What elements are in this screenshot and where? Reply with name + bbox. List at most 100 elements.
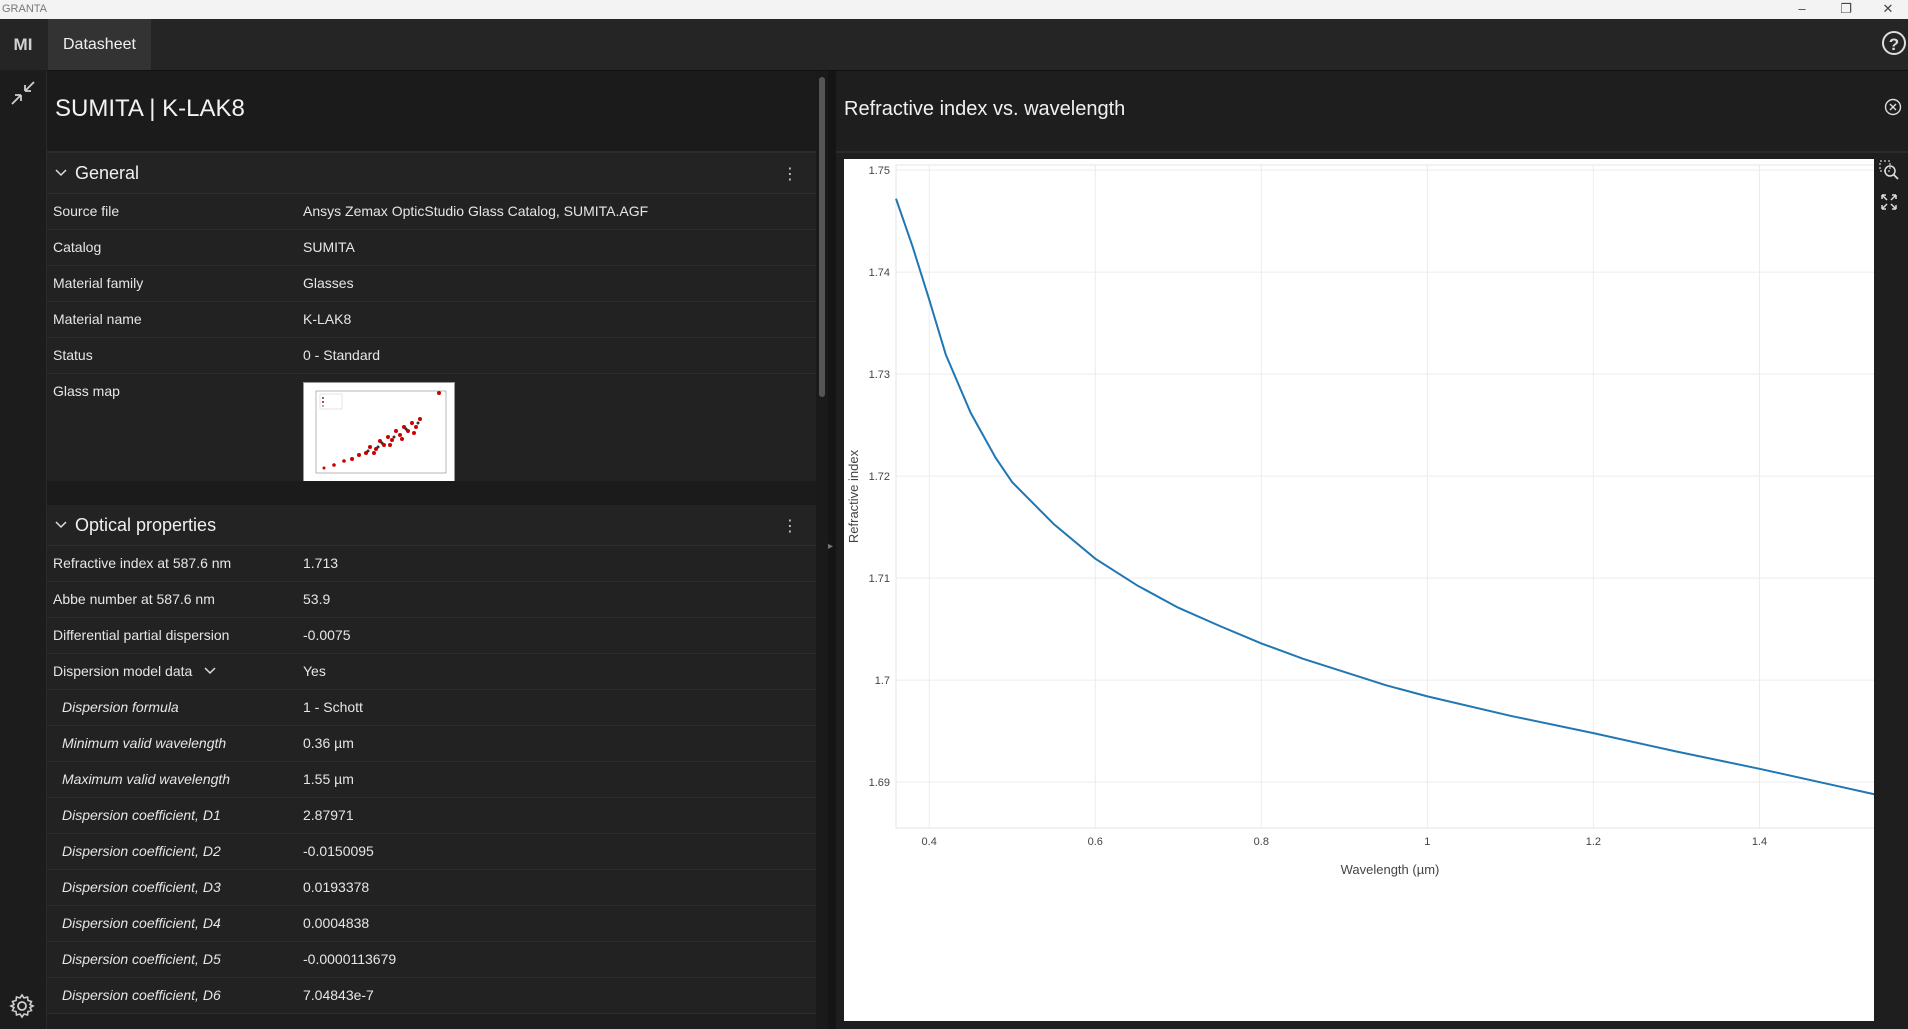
table-row: Dispersion coefficient, D1 2.87971 — [47, 798, 816, 834]
row-key: Dispersion coefficient, D4 — [62, 915, 221, 931]
x-tick-label: 1.4 — [1752, 836, 1767, 848]
y-tick-labels: 1.69 1.7 1.71 1.72 1.73 1.74 1.75 — [869, 165, 890, 789]
row-value: -0.0150095 — [303, 843, 374, 859]
row-value: 1.55 µm — [303, 771, 354, 787]
y-tick-label: 1.72 — [869, 471, 890, 483]
y-axis-label: Refractive index — [846, 449, 861, 543]
help-icon[interactable]: ? — [1882, 31, 1906, 55]
table-row: Dispersion coefficient, D2 -0.0150095 — [47, 834, 816, 870]
row-key: Dispersion model data — [53, 663, 216, 679]
close-window-icon[interactable]: ✕ — [1868, 0, 1908, 19]
x-tick-label: 1.2 — [1586, 836, 1601, 848]
chart-plot[interactable]: 0.4 0.6 0.8 1 1.2 1.4 1.69 1.7 1.71 1.72 1.73 1.74… — [844, 159, 1874, 1021]
row-key: Glass map — [53, 383, 120, 399]
row-value: 0 - Standard — [303, 347, 381, 363]
row-key: Refractive index at 587.6 nm — [53, 555, 232, 571]
optical-section-label: Optical properties — [75, 515, 217, 535]
y-tick-label: 1.71 — [869, 573, 890, 585]
row-key: Dispersion coefficient, D6 — [62, 987, 221, 1003]
settings-gear-icon[interactable] — [7, 991, 37, 1021]
x-tick-labels: 0.4 0.6 0.8 1 1.2 1.4 — [922, 836, 1768, 848]
table-row: Material name K-LAK8 — [47, 302, 816, 338]
chevron-down-icon[interactable] — [55, 519, 67, 531]
table-row: Dispersion coefficient, D5 -0.0000113679 — [47, 942, 816, 978]
row-value: Yes — [303, 663, 326, 679]
row-value: -0.0075 — [303, 627, 351, 643]
table-row-expandable[interactable]: Dispersion model data Yes — [47, 654, 816, 690]
section-optical-properties: Optical properties ⋮ Refractive index at… — [47, 505, 816, 1014]
table-row: Status 0 - Standard — [47, 338, 816, 374]
row-key: Catalog — [53, 239, 102, 255]
plot-area — [895, 164, 1874, 829]
row-key: Maximum valid wavelength — [62, 771, 231, 787]
close-chart-icon[interactable] — [1884, 98, 1902, 116]
x-tick-label: 0.6 — [1088, 836, 1103, 848]
row-key-text: Dispersion model data — [53, 663, 193, 679]
chevron-down-icon[interactable] — [55, 167, 67, 179]
glass-map-thumbnail[interactable] — [303, 382, 455, 486]
material-title: SUMITA | K-LAK8 — [55, 95, 245, 122]
collapse-icon[interactable] — [8, 78, 38, 108]
table-row: Abbe number at 587.6 nm 53.9 — [47, 582, 816, 618]
fit-icon[interactable] — [1878, 191, 1900, 213]
chart-panel-title: Refractive index vs. wavelength — [844, 98, 1126, 120]
section-gap — [47, 481, 816, 505]
table-row: Source file Ansys Zemax OpticStudio Glass… — [47, 194, 816, 230]
tab-datasheet[interactable]: Datasheet — [48, 19, 151, 70]
row-key: Dispersion coefficient, D1 — [62, 807, 221, 823]
chart-panel: Refractive index vs. wavelength 0.4 0.6 0.… — [836, 71, 1908, 1029]
row-value: 53.9 — [303, 591, 331, 607]
zoom-icon[interactable] — [1878, 159, 1900, 181]
table-row: Minimum valid wavelength 0.36 µm — [47, 726, 816, 762]
app-header: MI Datasheet ? — [0, 19, 1908, 71]
kebab-menu-icon[interactable]: ⋮ — [782, 516, 798, 536]
chart-grid — [896, 165, 1874, 828]
restore-icon[interactable]: ❐ — [1826, 0, 1866, 19]
row-value: K-LAK8 — [303, 311, 352, 327]
row-value: SUMITA — [303, 239, 355, 255]
y-tick-label: 1.74 — [869, 267, 890, 279]
row-key: Dispersion coefficient, D3 — [62, 879, 221, 895]
scrollbar-thumb[interactable] — [819, 77, 825, 397]
y-tick-label: 1.73 — [869, 369, 890, 381]
optical-section-header[interactable]: Optical properties ⋮ — [47, 505, 816, 546]
x-tick-label: 1 — [1424, 836, 1430, 848]
datasheet-panel: SUMITA | K-LAK8 General ⋮ Source file Ans… — [47, 71, 816, 1029]
row-value: Glasses — [303, 275, 354, 291]
row-value: Ansys Zemax OpticStudio Glass Catalog, S… — [303, 203, 649, 219]
row-key: Abbe number at 587.6 nm — [53, 591, 215, 607]
series-line — [895, 198, 1874, 796]
row-key: Material family — [53, 275, 144, 291]
table-row: Dispersion coefficient, D4 0.0004838 — [47, 906, 816, 942]
minimize-icon[interactable]: – — [1782, 0, 1822, 19]
kebab-menu-icon[interactable]: ⋮ — [782, 164, 798, 184]
chart-toolbar — [1878, 159, 1904, 213]
chevron-down-icon[interactable] — [204, 666, 216, 676]
row-key: Minimum valid wavelength — [62, 735, 227, 751]
splitter-arrow-icon[interactable]: ▸ — [828, 541, 833, 552]
x-tick-label: 0.4 — [922, 836, 937, 848]
window-title: GRANTA — [2, 3, 48, 15]
table-row: Refractive index at 587.6 nm 1.713 — [47, 546, 816, 582]
table-row: Dispersion coefficient, D6 7.04843e-7 — [47, 978, 816, 1014]
row-key: Source file — [53, 203, 120, 219]
row-value: 0.0193378 — [303, 879, 370, 895]
x-axis-label: Wavelength (µm) — [1341, 862, 1440, 877]
row-value: 1.713 — [303, 555, 339, 571]
row-value: 2.87971 — [303, 807, 354, 823]
row-key: Differential partial dispersion — [53, 627, 230, 643]
panel-splitter[interactable]: ▸ — [828, 71, 836, 1029]
window-titlebar: GRANTA – ❐ ✕ — [0, 0, 1908, 19]
general-section-label: General — [75, 163, 140, 183]
general-section-header[interactable]: General ⋮ — [47, 153, 816, 194]
material-header: SUMITA | K-LAK8 — [47, 71, 816, 153]
row-key: Material name — [53, 311, 142, 327]
section-general: General ⋮ Source file Ansys Zemax OpticSt… — [47, 153, 816, 493]
table-row: Maximum valid wavelength 1.55 µm — [47, 762, 816, 798]
datasheet-scrollbar[interactable] — [816, 71, 828, 1029]
left-rail — [0, 70, 47, 1029]
table-row: Dispersion coefficient, D3 0.0193378 — [47, 870, 816, 906]
row-value: -0.0000113679 — [303, 951, 397, 967]
row-key: Dispersion formula — [62, 699, 179, 715]
row-value: 7.04843e-7 — [303, 987, 374, 1003]
